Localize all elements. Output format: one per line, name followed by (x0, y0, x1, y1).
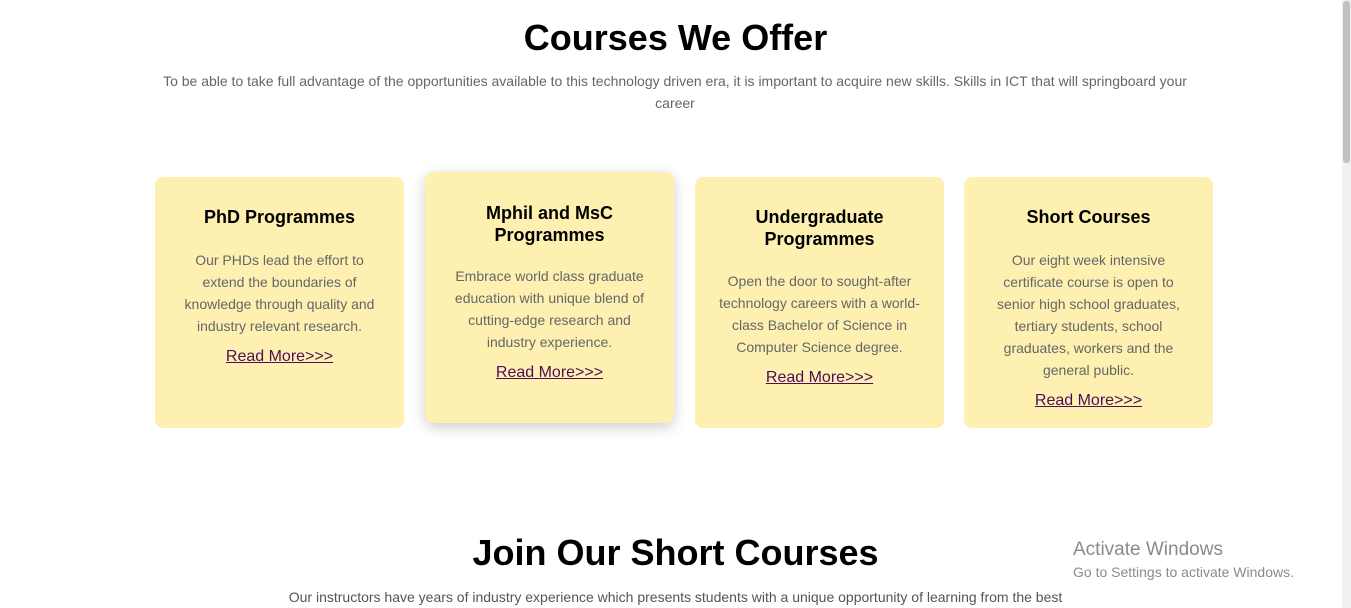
course-card-short-courses: Short Courses Our eight week intensive c… (964, 177, 1213, 428)
courses-section-intro: To be able to take full advantage of the… (163, 73, 1187, 111)
course-card-mphil-msc: Mphil and MsC Programmes Embrace world c… (425, 172, 674, 423)
page: Courses We Offer To be able to take full… (0, 0, 1351, 608)
course-card-phd: PhD Programmes Our PHDs lead the effort … (155, 177, 404, 428)
course-card-description: Our eight week intensive certificate cou… (997, 252, 1180, 378)
courses-section-title: Courses We Offer (523, 17, 828, 58)
activate-windows-watermark: Activate Windows Go to Settings to activ… (1073, 538, 1294, 582)
course-card-title: Short Courses (1026, 207, 1151, 227)
read-more-link-mphil-msc[interactable]: Read More>>> (496, 364, 603, 382)
course-card-title: Undergraduate Programmes (755, 207, 884, 249)
course-card-undergraduate: Undergraduate Programmes Open the door t… (695, 177, 944, 428)
course-card-description: Embrace world class graduate education w… (454, 268, 645, 350)
watermark-subtitle: Go to Settings to activate Windows. (1073, 564, 1294, 580)
watermark-title: Activate Windows (1073, 539, 1223, 560)
course-card-description: Our PHDs lead the effort to extend the b… (184, 252, 375, 334)
course-card-title: Mphil and MsC Programmes (486, 203, 613, 245)
vertical-scrollbar[interactable] (1342, 0, 1351, 608)
scrollbar-thumb[interactable] (1343, 1, 1350, 163)
course-card-description: Open the door to sought-after technology… (719, 273, 920, 355)
read-more-link-undergraduate[interactable]: Read More>>> (766, 369, 873, 387)
short-courses-section-intro: Our instructors have years of industry e… (288, 589, 1063, 605)
read-more-link-phd[interactable]: Read More>>> (226, 348, 333, 366)
course-card-title: PhD Programmes (203, 207, 356, 227)
read-more-link-short-courses[interactable]: Read More>>> (1035, 392, 1142, 410)
